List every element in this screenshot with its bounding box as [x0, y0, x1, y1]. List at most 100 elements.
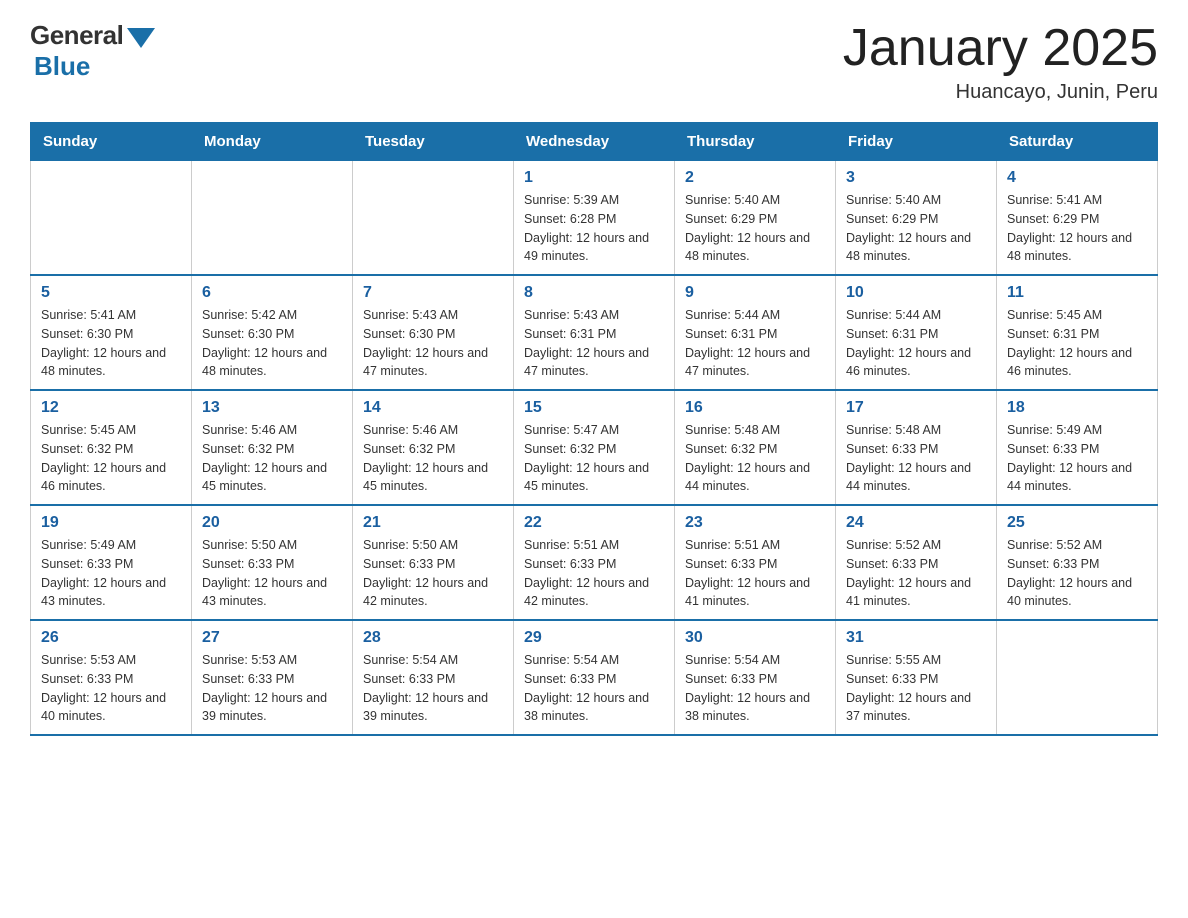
logo: General Blue: [30, 20, 155, 82]
day-number: 13: [202, 399, 342, 417]
day-info: Sunrise: 5:54 AMSunset: 6:33 PMDaylight:…: [685, 651, 825, 726]
calendar-cell: 9 Sunrise: 5:44 AMSunset: 6:31 PMDaylight…: [675, 275, 836, 390]
day-info: Sunrise: 5:43 AMSunset: 6:30 PMDaylight:…: [363, 306, 503, 381]
calendar-day-header: Sunday: [31, 123, 192, 161]
page-header: General Blue January 2025 Huancayo, Juni…: [30, 20, 1158, 104]
day-info: Sunrise: 5:49 AMSunset: 6:33 PMDaylight:…: [41, 536, 181, 611]
day-number: 14: [363, 399, 503, 417]
calendar-cell: 2 Sunrise: 5:40 AMSunset: 6:29 PMDaylight…: [675, 161, 836, 276]
day-info: Sunrise: 5:48 AMSunset: 6:32 PMDaylight:…: [685, 421, 825, 496]
calendar-table: SundayMondayTuesdayWednesdayThursdayFrid…: [30, 122, 1158, 736]
day-number: 9: [685, 284, 825, 302]
calendar-cell: 25 Sunrise: 5:52 AMSunset: 6:33 PMDayligh…: [997, 505, 1158, 620]
calendar-cell: 11Sunrise: 5:45 AMSunset: 6:31 PMDayligh…: [997, 275, 1158, 390]
calendar-cell: 8 Sunrise: 5:43 AMSunset: 6:31 PMDaylight…: [514, 275, 675, 390]
day-info: Sunrise: 5:52 AMSunset: 6:33 PMDaylight:…: [846, 536, 986, 611]
calendar-week-row: 26 Sunrise: 5:53 AMSunset: 6:33 PMDayligh…: [31, 620, 1158, 735]
calendar-cell: 14 Sunrise: 5:46 AMSunset: 6:32 PMDayligh…: [353, 390, 514, 505]
calendar-week-row: 1 Sunrise: 5:39 AMSunset: 6:28 PMDaylight…: [31, 161, 1158, 276]
logo-blue-text: Blue: [34, 51, 90, 82]
day-info: Sunrise: 5:52 AMSunset: 6:33 PMDaylight:…: [1007, 536, 1147, 611]
calendar-cell: 4 Sunrise: 5:41 AMSunset: 6:29 PMDaylight…: [997, 161, 1158, 276]
day-number: 11: [1007, 284, 1147, 302]
calendar-cell: [353, 161, 514, 276]
calendar-day-header: Saturday: [997, 123, 1158, 161]
day-number: 26: [41, 629, 181, 647]
day-number: 31: [846, 629, 986, 647]
calendar-cell: 6Sunrise: 5:42 AMSunset: 6:30 PMDaylight…: [192, 275, 353, 390]
day-number: 8: [524, 284, 664, 302]
calendar-cell: 26 Sunrise: 5:53 AMSunset: 6:33 PMDayligh…: [31, 620, 192, 735]
calendar-cell: 12 Sunrise: 5:45 AMSunset: 6:32 PMDayligh…: [31, 390, 192, 505]
day-info: Sunrise: 5:44 AMSunset: 6:31 PMDaylight:…: [685, 306, 825, 381]
logo-general-text: General: [30, 20, 123, 51]
page-subtitle: Huancayo, Junin, Peru: [843, 81, 1158, 104]
day-info: Sunrise: 5:49 AMSunset: 6:33 PMDaylight:…: [1007, 421, 1147, 496]
day-info: Sunrise: 5:45 AMSunset: 6:32 PMDaylight:…: [41, 421, 181, 496]
calendar-cell: 28Sunrise: 5:54 AMSunset: 6:33 PMDayligh…: [353, 620, 514, 735]
day-number: 3: [846, 169, 986, 187]
day-info: Sunrise: 5:44 AMSunset: 6:31 PMDaylight:…: [846, 306, 986, 381]
calendar-cell: 24 Sunrise: 5:52 AMSunset: 6:33 PMDayligh…: [836, 505, 997, 620]
calendar-week-row: 12 Sunrise: 5:45 AMSunset: 6:32 PMDayligh…: [31, 390, 1158, 505]
calendar-cell: 13 Sunrise: 5:46 AMSunset: 6:32 PMDayligh…: [192, 390, 353, 505]
day-info: Sunrise: 5:53 AMSunset: 6:33 PMDaylight:…: [202, 651, 342, 726]
day-info: Sunrise: 5:55 AMSunset: 6:33 PMDaylight:…: [846, 651, 986, 726]
day-info: Sunrise: 5:54 AMSunset: 6:33 PMDaylight:…: [363, 651, 503, 726]
day-info: Sunrise: 5:41 AMSunset: 6:30 PMDaylight:…: [41, 306, 181, 381]
day-number: 18: [1007, 399, 1147, 417]
day-number: 19: [41, 514, 181, 532]
day-number: 17: [846, 399, 986, 417]
day-number: 27: [202, 629, 342, 647]
day-info: Sunrise: 5:40 AMSunset: 6:29 PMDaylight:…: [846, 191, 986, 266]
calendar-cell: 1 Sunrise: 5:39 AMSunset: 6:28 PMDaylight…: [514, 161, 675, 276]
calendar-week-row: 5Sunrise: 5:41 AMSunset: 6:30 PMDaylight…: [31, 275, 1158, 390]
calendar-cell: [192, 161, 353, 276]
day-info: Sunrise: 5:50 AMSunset: 6:33 PMDaylight:…: [363, 536, 503, 611]
calendar-cell: 5Sunrise: 5:41 AMSunset: 6:30 PMDaylight…: [31, 275, 192, 390]
calendar-cell: 22 Sunrise: 5:51 AMSunset: 6:33 PMDayligh…: [514, 505, 675, 620]
calendar-cell: 18 Sunrise: 5:49 AMSunset: 6:33 PMDayligh…: [997, 390, 1158, 505]
page-title: January 2025: [843, 20, 1158, 77]
day-number: 15: [524, 399, 664, 417]
calendar-cell: 16 Sunrise: 5:48 AMSunset: 6:32 PMDayligh…: [675, 390, 836, 505]
calendar-cell: 27 Sunrise: 5:53 AMSunset: 6:33 PMDayligh…: [192, 620, 353, 735]
day-number: 12: [41, 399, 181, 417]
day-number: 22: [524, 514, 664, 532]
calendar-day-header: Friday: [836, 123, 997, 161]
day-number: 29: [524, 629, 664, 647]
calendar-cell: 7Sunrise: 5:43 AMSunset: 6:30 PMDaylight…: [353, 275, 514, 390]
calendar-day-header: Thursday: [675, 123, 836, 161]
day-number: 25: [1007, 514, 1147, 532]
calendar-cell: 23 Sunrise: 5:51 AMSunset: 6:33 PMDayligh…: [675, 505, 836, 620]
day-info: Sunrise: 5:53 AMSunset: 6:33 PMDaylight:…: [41, 651, 181, 726]
calendar-day-header: Tuesday: [353, 123, 514, 161]
day-info: Sunrise: 5:46 AMSunset: 6:32 PMDaylight:…: [363, 421, 503, 496]
day-info: Sunrise: 5:42 AMSunset: 6:30 PMDaylight:…: [202, 306, 342, 381]
calendar-header-row: SundayMondayTuesdayWednesdayThursdayFrid…: [31, 123, 1158, 161]
day-info: Sunrise: 5:46 AMSunset: 6:32 PMDaylight:…: [202, 421, 342, 496]
day-info: Sunrise: 5:51 AMSunset: 6:33 PMDaylight:…: [685, 536, 825, 611]
day-info: Sunrise: 5:40 AMSunset: 6:29 PMDaylight:…: [685, 191, 825, 266]
day-info: Sunrise: 5:50 AMSunset: 6:33 PMDaylight:…: [202, 536, 342, 611]
calendar-cell: 21 Sunrise: 5:50 AMSunset: 6:33 PMDayligh…: [353, 505, 514, 620]
day-number: 16: [685, 399, 825, 417]
day-number: 24: [846, 514, 986, 532]
calendar-cell: [31, 161, 192, 276]
day-number: 1: [524, 169, 664, 187]
day-info: Sunrise: 5:47 AMSunset: 6:32 PMDaylight:…: [524, 421, 664, 496]
logo-triangle-icon: [127, 28, 155, 48]
day-info: Sunrise: 5:41 AMSunset: 6:29 PMDaylight:…: [1007, 191, 1147, 266]
day-info: Sunrise: 5:39 AMSunset: 6:28 PMDaylight:…: [524, 191, 664, 266]
day-number: 4: [1007, 169, 1147, 187]
calendar-cell: 20Sunrise: 5:50 AMSunset: 6:33 PMDayligh…: [192, 505, 353, 620]
calendar-cell: 15 Sunrise: 5:47 AMSunset: 6:32 PMDayligh…: [514, 390, 675, 505]
day-number: 23: [685, 514, 825, 532]
day-number: 10: [846, 284, 986, 302]
day-info: Sunrise: 5:43 AMSunset: 6:31 PMDaylight:…: [524, 306, 664, 381]
day-number: 21: [363, 514, 503, 532]
calendar-cell: 31 Sunrise: 5:55 AMSunset: 6:33 PMDayligh…: [836, 620, 997, 735]
day-info: Sunrise: 5:51 AMSunset: 6:33 PMDaylight:…: [524, 536, 664, 611]
day-number: 2: [685, 169, 825, 187]
calendar-cell: 29Sunrise: 5:54 AMSunset: 6:33 PMDayligh…: [514, 620, 675, 735]
